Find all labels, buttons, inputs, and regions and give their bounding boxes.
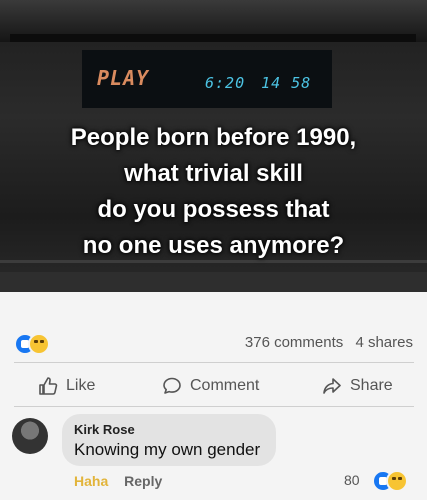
- shares-count[interactable]: 4 shares: [355, 334, 413, 351]
- comment-bubble: Kirk Rose Knowing my own gender: [62, 414, 276, 466]
- comments-count[interactable]: 376 comments: [245, 334, 343, 351]
- comment-reply-button[interactable]: Reply: [124, 473, 162, 489]
- share-button[interactable]: Share: [322, 374, 393, 398]
- post-actions: Like Comment Share: [0, 372, 427, 402]
- comment-reaction-count[interactable]: 80: [344, 472, 360, 488]
- caption-line: People born before 1990,: [70, 124, 357, 151]
- comment-label: Comment: [190, 377, 260, 394]
- comment-icon: [162, 376, 182, 396]
- comment-button[interactable]: Comment: [162, 374, 259, 398]
- vcr-play-indicator: PLAY: [97, 66, 150, 90]
- facebook-post: PLAY 6:20 14 58 People born before 1990,…: [0, 0, 427, 500]
- vcr-counter: 14 58: [261, 74, 312, 92]
- share-label: Share: [350, 377, 393, 394]
- avatar[interactable]: [12, 418, 48, 454]
- caption-line: no one uses anymore?: [82, 232, 345, 259]
- vcr-clock: 6:20 14 58: [205, 74, 311, 92]
- comment-text: Knowing my own gender: [74, 440, 261, 459]
- engagement-counts: 376 comments 4 shares: [237, 334, 413, 351]
- comment-reactions[interactable]: [372, 470, 412, 492]
- comment-haha-button[interactable]: Haha: [74, 473, 108, 489]
- divider: [14, 362, 414, 363]
- divider: [14, 406, 414, 407]
- vcr-time: 6:20: [205, 74, 246, 92]
- comment-author[interactable]: Kirk Rose: [74, 422, 135, 437]
- comment-actions: Haha Reply: [74, 473, 162, 489]
- thumbs-up-icon: [38, 376, 58, 396]
- haha-reaction-icon: [386, 470, 408, 492]
- vcr-bottom: [0, 272, 427, 292]
- post-image[interactable]: PLAY 6:20 14 58 People born before 1990,…: [0, 0, 427, 292]
- like-button[interactable]: Like: [38, 374, 95, 398]
- reaction-summary[interactable]: [14, 333, 54, 355]
- caption-line: what trivial skill: [124, 160, 303, 187]
- caption-line: do you possess that: [97, 196, 330, 223]
- like-label: Like: [66, 377, 96, 394]
- post-stats: 376 comments 4 shares: [0, 330, 427, 356]
- image-caption: People born before 1990, what trivial sk…: [0, 120, 427, 264]
- haha-reaction-icon: [28, 333, 50, 355]
- share-icon: [322, 376, 342, 396]
